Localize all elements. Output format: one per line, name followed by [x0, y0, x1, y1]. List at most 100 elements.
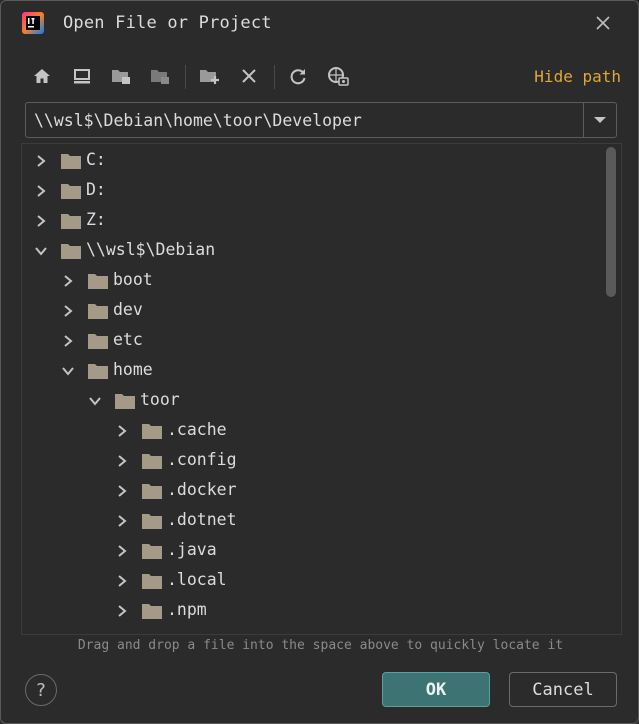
chevron-right-icon[interactable]	[115, 544, 129, 558]
chevron-right-icon[interactable]	[115, 604, 129, 618]
folder-icon	[60, 242, 82, 260]
folder-icon	[141, 482, 163, 500]
tree-node[interactable]: C:	[22, 146, 602, 176]
tree-node-label: boot	[113, 270, 153, 289]
folder-icon	[87, 272, 109, 290]
tree-node[interactable]: .cache	[22, 416, 602, 446]
file-tree[interactable]: C: D: Z: \\wsl$\Debian boot dev etc home toor .ca…	[21, 143, 622, 635]
tree-node[interactable]: boot	[22, 266, 602, 296]
tree-node[interactable]: \\wsl$\Debian	[22, 236, 602, 266]
close-icon	[596, 16, 610, 30]
chevron-right-icon[interactable]	[115, 454, 129, 468]
tree-node-label: Z:	[86, 210, 106, 229]
new-folder-icon	[200, 70, 219, 84]
tree-node[interactable]: .npm	[22, 596, 602, 626]
chevron-right-icon[interactable]	[34, 214, 48, 228]
dialog-title: Open File or Project	[63, 13, 272, 33]
chevron-right-icon[interactable]	[115, 424, 129, 438]
chevron-down-icon[interactable]	[88, 394, 102, 408]
chevron-down-icon[interactable]	[61, 364, 75, 378]
folder-icon	[60, 182, 82, 200]
chevron-right-icon[interactable]	[61, 334, 75, 348]
chevron-right-icon[interactable]	[61, 304, 75, 318]
chevron-down-icon	[594, 117, 606, 123]
open-file-dialog: Open File or Project Hide path \\wsl$\De…	[0, 0, 639, 724]
chevron-right-icon[interactable]	[34, 154, 48, 168]
path-dropdown-button[interactable]	[583, 103, 616, 137]
chevron-right-icon[interactable]	[115, 514, 129, 528]
intellij-logo-icon	[22, 12, 44, 34]
tree-node-label: .cache	[167, 420, 227, 439]
tree-node[interactable]: etc	[22, 326, 602, 356]
path-input[interactable]	[26, 103, 582, 137]
folder-icon	[141, 572, 163, 590]
folder-icon	[141, 422, 163, 440]
folder-icon	[114, 392, 136, 410]
folder-icon	[87, 362, 109, 380]
folder-icon	[87, 302, 109, 320]
delete-icon	[242, 69, 256, 83]
toolbar-separator	[185, 65, 186, 89]
tree-node-label: .java	[167, 540, 217, 559]
hide-path-link[interactable]: Hide path	[534, 67, 621, 86]
cancel-button[interactable]: Cancel	[509, 672, 617, 707]
tree-scrollbar[interactable]	[606, 147, 616, 631]
ok-button[interactable]: OK	[382, 672, 490, 707]
folder-icon	[141, 542, 163, 560]
folder-icon	[87, 332, 109, 350]
module-folder-button[interactable]	[147, 63, 173, 89]
home-icon	[34, 69, 50, 83]
tree-node[interactable]: .config	[22, 446, 602, 476]
tree-node-label: C:	[86, 150, 106, 169]
refresh-button[interactable]	[285, 63, 311, 89]
folder-icon	[141, 602, 163, 620]
refresh-icon	[290, 69, 306, 85]
module-folder-icon	[151, 70, 169, 84]
project-folder-icon	[112, 70, 130, 84]
close-button[interactable]	[591, 11, 615, 35]
desktop-icon	[74, 69, 90, 84]
scrollbar-thumb[interactable]	[606, 147, 616, 297]
tree-node-label: home	[113, 360, 153, 379]
tree-node-label: .docker	[167, 480, 237, 499]
tree-node[interactable]: dev	[22, 296, 602, 326]
tree-node-label: etc	[113, 330, 143, 349]
chevron-down-icon[interactable]	[34, 244, 48, 258]
tree-node-label: .config	[167, 450, 237, 469]
tree-node-label: dev	[113, 300, 143, 319]
drag-drop-hint: Drag and drop a file into the space abov…	[77, 638, 564, 653]
tree-node[interactable]: .java	[22, 536, 602, 566]
tree-node[interactable]: D:	[22, 176, 602, 206]
desktop-button[interactable]	[69, 63, 95, 89]
tree-node-label: toor	[140, 390, 180, 409]
tree-node[interactable]: toor	[22, 386, 602, 416]
path-combobox[interactable]	[25, 102, 617, 138]
chevron-right-icon[interactable]	[115, 574, 129, 588]
chevron-right-icon[interactable]	[61, 274, 75, 288]
tree-node[interactable]: Z:	[22, 206, 602, 236]
tree-node-label: \\wsl$\Debian	[86, 240, 216, 259]
show-hidden-button[interactable]	[325, 63, 351, 89]
tree-node[interactable]: .dotnet	[22, 506, 602, 536]
project-folder-button[interactable]	[108, 63, 134, 89]
help-button[interactable]: ?	[25, 674, 57, 706]
chevron-right-icon[interactable]	[34, 184, 48, 198]
folder-icon	[60, 152, 82, 170]
tree-node-label: .dotnet	[167, 510, 237, 529]
folder-icon	[141, 512, 163, 530]
tree-node-label: .local	[167, 570, 227, 589]
tree-node-label: .npm	[167, 600, 207, 619]
tree-node[interactable]: home	[22, 356, 602, 386]
tree-node[interactable]: .local	[22, 566, 602, 596]
title-bar: Open File or Project	[1, 1, 638, 47]
toolbar: Hide path	[29, 61, 629, 93]
tree-node-label: D:	[86, 180, 106, 199]
folder-icon	[141, 452, 163, 470]
chevron-right-icon[interactable]	[115, 484, 129, 498]
folder-icon	[60, 212, 82, 230]
new-folder-button[interactable]	[197, 63, 223, 89]
show-hidden-icon	[328, 67, 349, 86]
delete-button[interactable]	[236, 63, 262, 89]
tree-node[interactable]: .docker	[22, 476, 602, 506]
home-button[interactable]	[29, 63, 55, 89]
